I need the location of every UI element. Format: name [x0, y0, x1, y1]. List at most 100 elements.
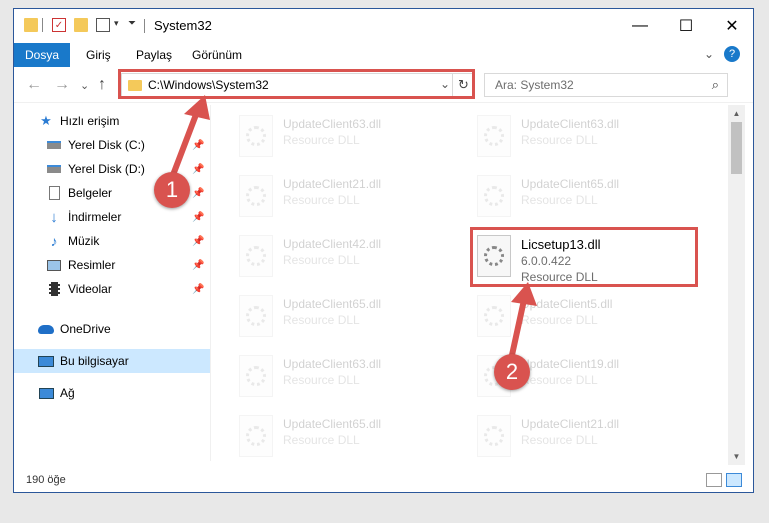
maximize-button[interactable]: ☐	[663, 9, 709, 43]
music-icon: ♪	[50, 233, 58, 249]
file-item[interactable]: UpdateClient21.dll Resource DLL	[239, 175, 459, 227]
downloads-icon: ↓	[50, 208, 58, 226]
tiles-view-icon[interactable]	[726, 473, 742, 487]
sidebar-item-onedrive[interactable]: OneDrive	[14, 317, 210, 341]
file-item[interactable]: UpdateClient65.dll Resource DLL	[239, 415, 459, 461]
sidebar-item-label: Ağ	[60, 386, 75, 400]
customize-qa-icon[interactable]: ⏷	[128, 18, 142, 32]
address-highlight-box	[118, 69, 475, 99]
forward-icon[interactable]: →	[54, 76, 70, 94]
scroll-down-icon[interactable]: ▼	[728, 448, 745, 465]
file-type: Resource DLL	[521, 193, 598, 207]
sidebar-item-music[interactable]: ♪ Müzik 📌	[14, 229, 210, 253]
dll-file-icon	[239, 415, 273, 457]
dll-file-icon	[239, 115, 273, 157]
help-icon[interactable]: ?	[724, 46, 740, 62]
file-item[interactable]: UpdateClient63.dll Resource DLL	[477, 115, 697, 167]
file-type: Resource DLL	[283, 253, 360, 267]
recent-locations-icon[interactable]: ⌄	[80, 79, 89, 92]
sidebar-item-network[interactable]: Ağ	[14, 381, 210, 405]
file-name: UpdateClient63.dll	[283, 117, 382, 131]
file-type: Resource DLL	[521, 133, 598, 147]
minimize-button[interactable]: —	[617, 9, 663, 43]
sidebar-item-quick-access[interactable]: ★ Hızlı erişim	[14, 109, 210, 133]
ribbon-tabs: Dosya Giriş Paylaş Görünüm ⌄ ?	[14, 43, 753, 67]
folder-icon	[24, 18, 38, 32]
file-item[interactable]: UpdateClient63.dll Resource DLL	[239, 355, 459, 407]
dll-file-icon	[477, 175, 511, 217]
pin-icon: 📌	[192, 235, 205, 247]
sidebar-item-label: Müzik	[68, 234, 100, 248]
file-name: UpdateClient63.dll	[521, 117, 620, 131]
status-bar: 190 öğe	[14, 469, 753, 492]
file-name: UpdateClient65.dll	[521, 177, 620, 191]
qa-dropdown-icon[interactable]: ▾	[114, 18, 128, 32]
toolbar-separator	[42, 18, 43, 32]
properties-icon[interactable]: ✓	[52, 18, 66, 32]
rename-icon[interactable]	[96, 18, 110, 32]
pin-icon: 📌	[192, 187, 205, 199]
file-highlight-box	[470, 227, 698, 287]
documents-icon	[46, 186, 62, 200]
ribbon-expand-icon[interactable]: ⌄	[704, 47, 714, 61]
tab-share[interactable]: Paylaş	[136, 48, 172, 62]
dll-file-icon	[477, 115, 511, 157]
sidebar-item-downloads[interactable]: ↓ İndirmeler 📌	[14, 205, 210, 229]
pictures-icon	[46, 258, 62, 272]
file-name: UpdateClient42.dll	[283, 237, 382, 251]
item-count: 190 öğe	[26, 474, 66, 486]
pin-icon: 📌	[192, 211, 205, 223]
dll-file-icon	[239, 235, 273, 277]
dll-file-icon	[239, 295, 273, 337]
file-type: Resource DLL	[283, 313, 360, 327]
dll-file-icon	[239, 175, 273, 217]
pin-icon: 📌	[192, 283, 205, 295]
file-name: UpdateClient63.dll	[283, 357, 382, 371]
file-name: UpdateClient21.dll	[283, 177, 382, 191]
up-icon[interactable]: ↑	[98, 76, 106, 94]
file-item[interactable]: UpdateClient65.dll Resource DLL	[477, 175, 697, 227]
file-item[interactable]: UpdateClient21.dll Resource DLL	[477, 415, 697, 461]
scrollbar-thumb[interactable]	[731, 122, 742, 174]
file-item[interactable]: UpdateClient65.dll Resource DLL	[239, 295, 459, 347]
computer-icon	[38, 354, 54, 368]
search-icon[interactable]: ⌕	[712, 77, 719, 93]
pin-icon: 📌	[192, 139, 205, 151]
tab-file[interactable]: Dosya	[14, 43, 70, 67]
sidebar-item-pictures[interactable]: Resimler 📌	[14, 253, 210, 277]
dll-file-icon	[477, 415, 511, 457]
sidebar-item-videos[interactable]: Videolar 📌	[14, 277, 210, 301]
details-view-icon[interactable]	[706, 473, 722, 487]
sidebar-item-label: Videolar	[68, 282, 112, 296]
file-item[interactable]: UpdateClient42.dll Resource DLL	[239, 235, 459, 287]
sidebar-item-label: İndirmeler	[68, 210, 122, 224]
drive-icon	[46, 138, 62, 152]
file-type: Resource DLL	[283, 193, 360, 207]
dll-file-icon	[239, 355, 273, 397]
file-type: Resource DLL	[283, 373, 360, 387]
cloud-icon	[38, 322, 54, 336]
file-type: Resource DLL	[283, 133, 360, 147]
file-name: UpdateClient65.dll	[283, 297, 382, 311]
new-folder-icon[interactable]	[74, 18, 88, 32]
file-name: UpdateClient65.dll	[283, 417, 382, 431]
tab-home[interactable]: Giriş	[86, 48, 111, 62]
scroll-up-icon[interactable]: ▲	[728, 105, 745, 122]
title-separator	[144, 19, 145, 33]
file-name: UpdateClient21.dll	[521, 417, 620, 431]
back-icon[interactable]: ←	[26, 76, 42, 94]
file-item[interactable]: UpdateClient5.dll Resource DLL	[477, 295, 697, 347]
drive-icon	[46, 162, 62, 176]
file-item[interactable]: UpdateClient63.dll Resource DLL	[239, 115, 459, 167]
file-name: UpdateClient19.dll	[521, 357, 620, 371]
dll-file-icon	[477, 295, 511, 337]
close-button[interactable]: ✕	[709, 9, 753, 43]
search-placeholder: Ara: System32	[495, 78, 574, 92]
tab-view[interactable]: Görünüm	[192, 48, 242, 62]
vertical-scrollbar[interactable]: ▲ ▼	[728, 105, 745, 465]
star-icon: ★	[40, 113, 52, 128]
step-two-badge: 2	[494, 354, 530, 390]
search-input[interactable]: Ara: System32 ⌕	[484, 73, 728, 97]
file-type: Resource DLL	[283, 433, 360, 447]
sidebar-item-this-pc[interactable]: Bu bilgisayar	[14, 349, 210, 373]
